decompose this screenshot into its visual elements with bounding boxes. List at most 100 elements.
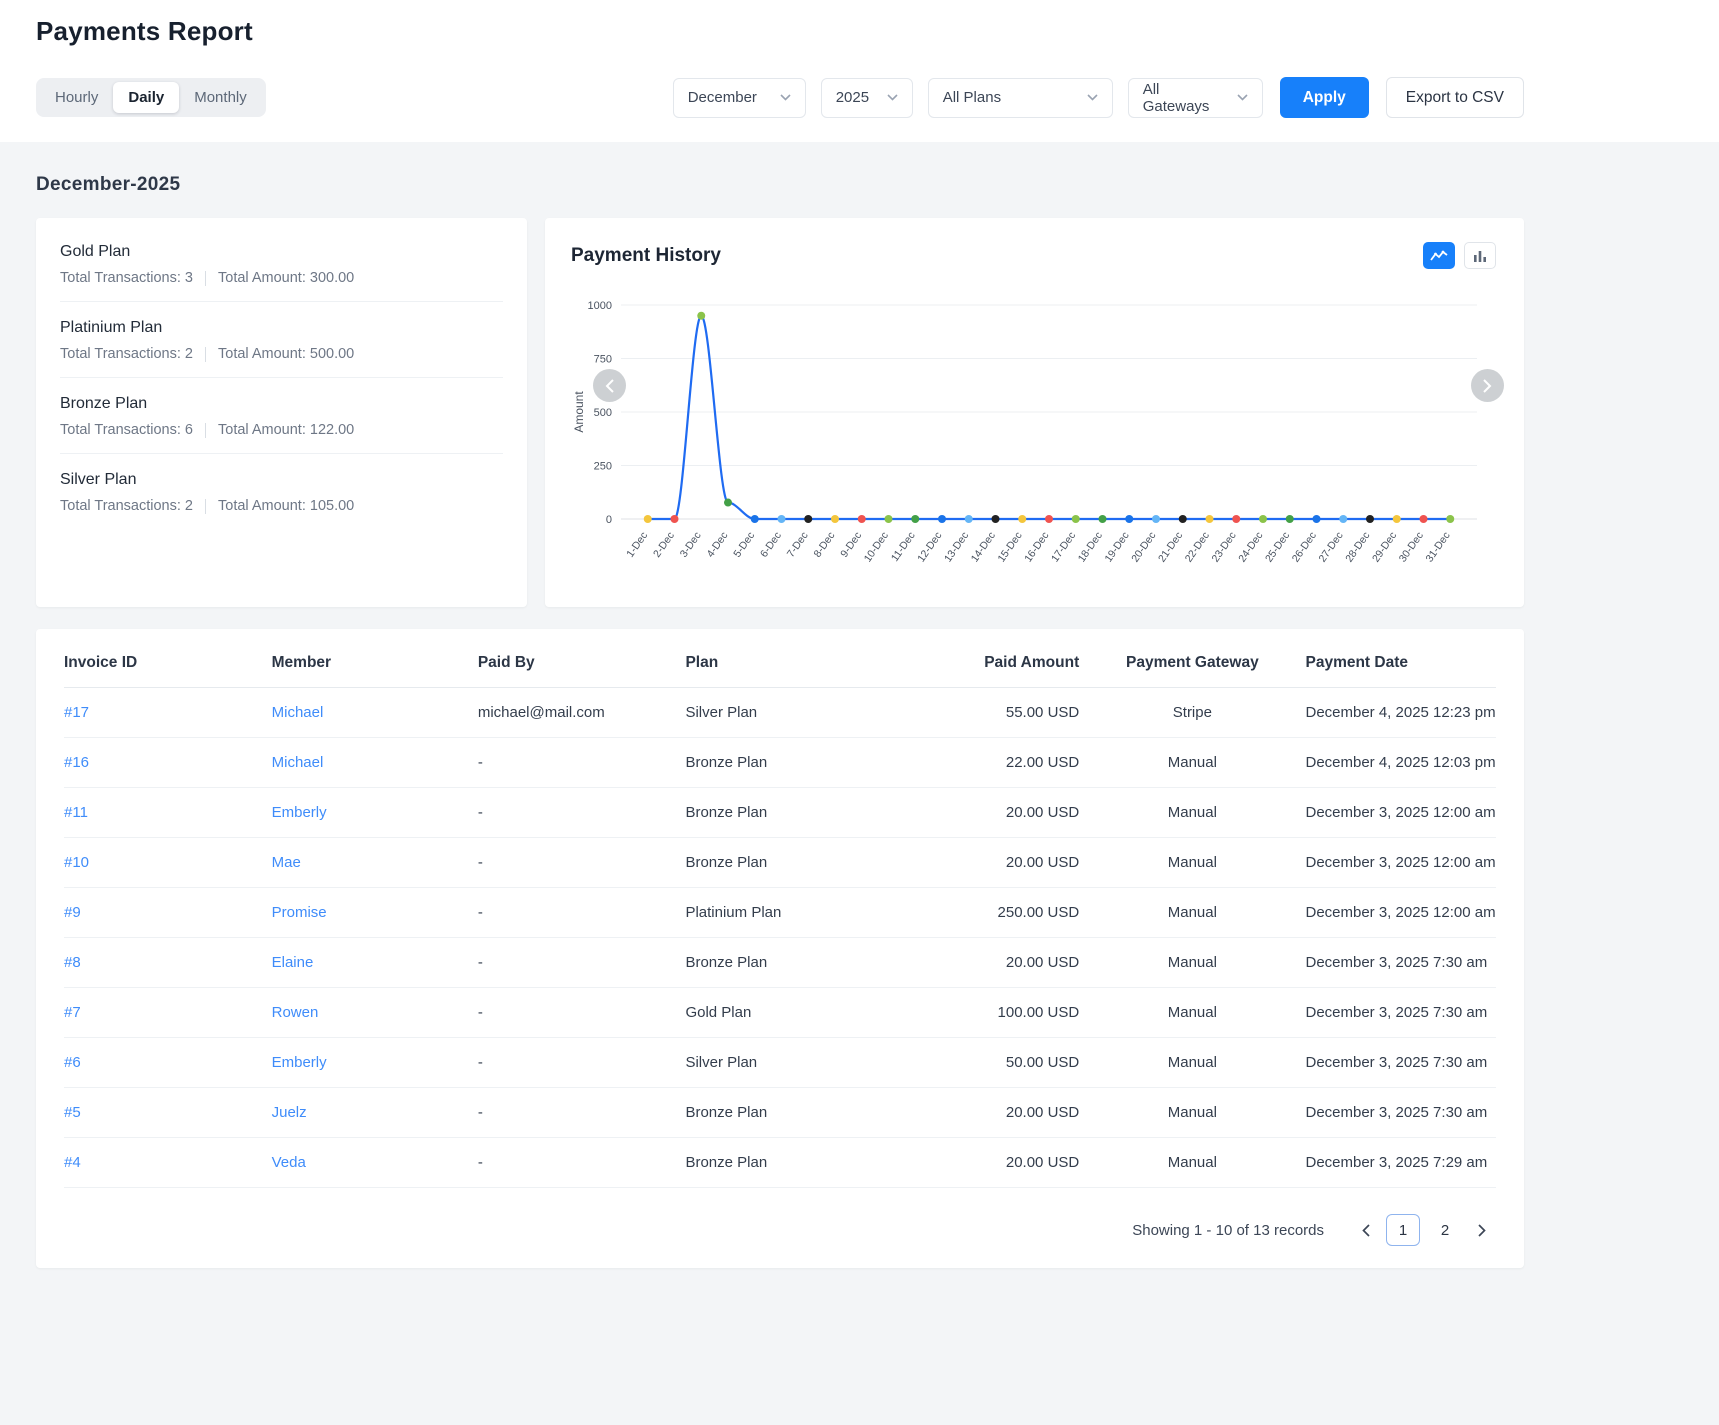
member-link[interactable]: Juelz bbox=[272, 1104, 307, 1121]
pagination-page-2[interactable]: 2 bbox=[1428, 1214, 1462, 1246]
svg-text:9-Dec: 9-Dec bbox=[838, 530, 864, 560]
month-select-value: December bbox=[688, 89, 757, 106]
invoice-link[interactable]: #16 bbox=[64, 754, 89, 771]
payments-table-card: Invoice ID Member Paid By Plan Paid Amou… bbox=[36, 629, 1524, 1268]
member-link[interactable]: Rowen bbox=[272, 1004, 319, 1021]
divider bbox=[205, 271, 206, 286]
pagination-page-1[interactable]: 1 bbox=[1386, 1214, 1420, 1246]
svg-text:2-Dec: 2-Dec bbox=[651, 530, 677, 560]
payment-date-cell: December 4, 2025 12:03 pm bbox=[1305, 738, 1496, 788]
paid-amount-cell: 20.00 USD bbox=[893, 1138, 1079, 1188]
payment-date-cell: December 3, 2025 12:00 am bbox=[1305, 888, 1496, 938]
payment-date-cell: December 3, 2025 7:30 am bbox=[1305, 988, 1496, 1038]
plans-select-value: All Plans bbox=[943, 89, 1001, 106]
invoice-link[interactable]: #9 bbox=[64, 904, 81, 921]
plan-transactions: Total Transactions: 6 bbox=[60, 422, 193, 438]
invoice-link[interactable]: #5 bbox=[64, 1104, 81, 1121]
pagination: Showing 1 - 10 of 13 records 12 bbox=[64, 1214, 1496, 1246]
member-link[interactable]: Elaine bbox=[272, 954, 314, 971]
invoice-link[interactable]: #6 bbox=[64, 1054, 81, 1071]
paid-amount-cell: 100.00 USD bbox=[893, 988, 1079, 1038]
tab-monthly[interactable]: Monthly bbox=[179, 82, 262, 113]
chevron-left-icon bbox=[605, 379, 614, 393]
invoice-link[interactable]: #7 bbox=[64, 1004, 81, 1021]
main-content: December-2025 Gold PlanTotal Transaction… bbox=[0, 142, 1719, 1328]
payment-date-cell: December 3, 2025 7:29 am bbox=[1305, 1138, 1496, 1188]
invoice-link[interactable]: #8 bbox=[64, 954, 81, 971]
controls-row: Hourly Daily Monthly December 2025 All P… bbox=[36, 77, 1524, 118]
line-chart: 025050075010001-Dec2-Dec3-Dec4-Dec5-Dec6… bbox=[571, 291, 1491, 606]
payment-date-cell: December 3, 2025 7:30 am bbox=[1305, 1088, 1496, 1138]
member-link[interactable]: Emberly bbox=[272, 804, 327, 821]
plan-cell: Bronze Plan bbox=[685, 738, 893, 788]
chart-prev-button[interactable] bbox=[593, 369, 626, 402]
table-row: #9Promise-Platinium Plan250.00 USDManual… bbox=[64, 888, 1496, 938]
plan-cell: Silver Plan bbox=[685, 688, 893, 738]
member-link[interactable]: Emberly bbox=[272, 1054, 327, 1071]
year-select[interactable]: 2025 bbox=[821, 78, 913, 118]
payment-date-cell: December 3, 2025 7:30 am bbox=[1305, 938, 1496, 988]
member-link[interactable]: Michael bbox=[272, 704, 324, 721]
line-chart-icon bbox=[1430, 249, 1448, 263]
paid-amount-cell: 20.00 USD bbox=[893, 838, 1079, 888]
tab-daily[interactable]: Daily bbox=[113, 82, 179, 113]
table-row: #8Elaine-Bronze Plan20.00 USDManualDecem… bbox=[64, 938, 1496, 988]
tab-hourly[interactable]: Hourly bbox=[40, 82, 113, 113]
table-row: #16Michael-Bronze Plan22.00 USDManualDec… bbox=[64, 738, 1496, 788]
export-csv-button[interactable]: Export to CSV bbox=[1386, 77, 1524, 118]
pagination-prev-button[interactable] bbox=[1354, 1218, 1378, 1243]
invoice-link[interactable]: #10 bbox=[64, 854, 89, 871]
member-link[interactable]: Michael bbox=[272, 754, 324, 771]
plan-amount: Total Amount: 500.00 bbox=[218, 346, 354, 362]
divider bbox=[205, 347, 206, 362]
gateway-cell: Manual bbox=[1079, 938, 1305, 988]
gateway-cell: Stripe bbox=[1079, 688, 1305, 738]
member-link[interactable]: Promise bbox=[272, 904, 327, 921]
svg-text:19-Dec: 19-Dec bbox=[1102, 530, 1131, 565]
plan-summary-item: Gold PlanTotal Transactions: 3Total Amou… bbox=[60, 226, 503, 302]
plans-select[interactable]: All Plans bbox=[928, 78, 1113, 118]
invoice-link[interactable]: #4 bbox=[64, 1154, 81, 1171]
gateway-cell: Manual bbox=[1079, 1138, 1305, 1188]
col-payment-gateway: Payment Gateway bbox=[1079, 633, 1305, 688]
payment-date-cell: December 3, 2025 12:00 am bbox=[1305, 838, 1496, 888]
paid-amount-cell: 55.00 USD bbox=[893, 688, 1079, 738]
invoice-link[interactable]: #17 bbox=[64, 704, 89, 721]
plan-summary-item: Bronze PlanTotal Transactions: 6Total Am… bbox=[60, 378, 503, 454]
month-select[interactable]: December bbox=[673, 78, 806, 118]
filter-bar: December 2025 All Plans All Gateways App… bbox=[673, 77, 1524, 118]
gateways-select-value: All Gateways bbox=[1143, 81, 1227, 115]
gateway-cell: Manual bbox=[1079, 838, 1305, 888]
col-invoice-id: Invoice ID bbox=[64, 633, 272, 688]
svg-text:22-Dec: 22-Dec bbox=[1183, 530, 1212, 565]
member-link[interactable]: Veda bbox=[272, 1154, 306, 1171]
plan-stats: Total Transactions: 6 Total Amount: 122.0… bbox=[60, 422, 503, 438]
paid-by-cell: - bbox=[478, 888, 686, 938]
pagination-next-button[interactable] bbox=[1470, 1218, 1494, 1243]
gateways-select[interactable]: All Gateways bbox=[1128, 78, 1263, 118]
member-link[interactable]: Mae bbox=[272, 854, 301, 871]
summary-row: Gold PlanTotal Transactions: 3Total Amou… bbox=[36, 218, 1524, 607]
plan-amount: Total Amount: 122.00 bbox=[218, 422, 354, 438]
plan-stats: Total Transactions: 3Total Amount: 300.0… bbox=[60, 270, 503, 286]
payments-table: Invoice ID Member Paid By Plan Paid Amou… bbox=[64, 633, 1496, 1188]
paid-amount-cell: 20.00 USD bbox=[893, 1088, 1079, 1138]
apply-button[interactable]: Apply bbox=[1280, 77, 1369, 118]
bar-chart-toggle[interactable] bbox=[1464, 242, 1496, 269]
chevron-down-icon bbox=[1237, 94, 1248, 101]
gateway-cell: Manual bbox=[1079, 788, 1305, 838]
svg-text:500: 500 bbox=[594, 407, 612, 419]
svg-text:11-Dec: 11-Dec bbox=[889, 530, 918, 564]
col-paid-amount: Paid Amount bbox=[893, 633, 1079, 688]
paid-amount-cell: 22.00 USD bbox=[893, 738, 1079, 788]
svg-text:12-Dec: 12-Dec bbox=[915, 530, 944, 565]
gateway-cell: Manual bbox=[1079, 888, 1305, 938]
plan-transactions: Total Transactions: 2 bbox=[60, 346, 193, 362]
line-chart-toggle[interactable] bbox=[1423, 242, 1455, 269]
invoice-link[interactable]: #11 bbox=[64, 804, 88, 821]
chevron-right-icon bbox=[1478, 1224, 1486, 1237]
paid-amount-cell: 20.00 USD bbox=[893, 788, 1079, 838]
chart-next-button[interactable] bbox=[1471, 369, 1504, 402]
plan-cell: Platinium Plan bbox=[685, 888, 893, 938]
table-row: #6Emberly-Silver Plan50.00 USDManualDece… bbox=[64, 1038, 1496, 1088]
